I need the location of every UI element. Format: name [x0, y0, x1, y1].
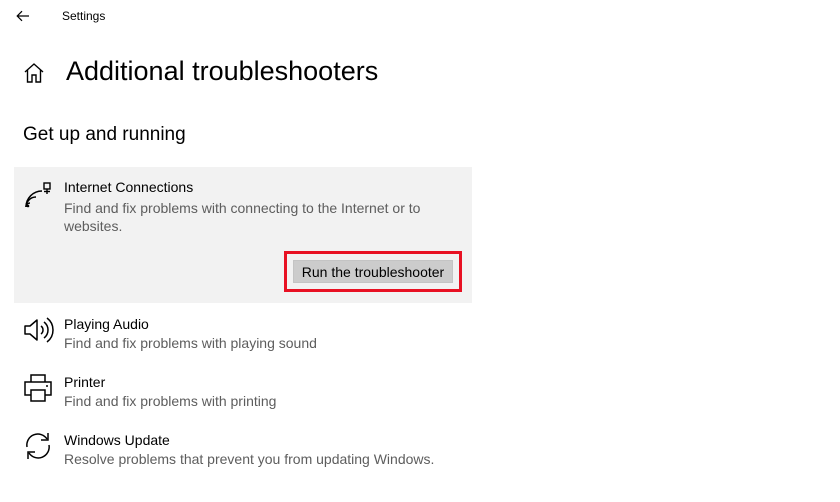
speaker-icon [24, 317, 54, 343]
troubleshooter-name: Windows Update [64, 432, 170, 448]
home-button[interactable] [22, 62, 46, 84]
back-arrow-icon [16, 10, 29, 22]
troubleshooter-description: Find and fix problems with printing [64, 393, 277, 409]
printer-icon [24, 374, 52, 402]
highlight-frame: Run the troubleshooter [284, 251, 462, 292]
sync-icon [26, 433, 50, 459]
back-button[interactable] [10, 5, 36, 27]
troubleshooter-printer[interactable]: Printer Find and fix problems with print… [14, 370, 472, 420]
page-title: Additional troubleshooters [66, 56, 379, 86]
troubleshooter-description: Find and fix problems with playing sound [64, 335, 317, 351]
title-bar: Settings [0, 0, 840, 34]
troubleshooter-playing-audio[interactable]: Playing Audio Find and fix problems with… [14, 312, 472, 362]
app-title: Settings [62, 9, 106, 23]
run-troubleshooter-button[interactable]: Run the troubleshooter [293, 260, 453, 283]
troubleshooter-name: Printer [64, 374, 106, 390]
troubleshooter-name: Internet Connections [64, 179, 194, 195]
section-title: Get up and running [23, 124, 186, 145]
troubleshooter-description: Resolve problems that prevent you from u… [64, 451, 435, 467]
troubleshooter-description: Find and fix problems with connecting to… [64, 200, 421, 234]
troubleshooter-internet-connections[interactable]: Internet Connections Find and fix proble… [14, 167, 472, 303]
home-icon [24, 63, 44, 83]
troubleshooter-name: Playing Audio [64, 316, 149, 332]
wifi-icon [25, 182, 51, 208]
troubleshooter-windows-update[interactable]: Windows Update Resolve problems that pre… [14, 428, 472, 478]
